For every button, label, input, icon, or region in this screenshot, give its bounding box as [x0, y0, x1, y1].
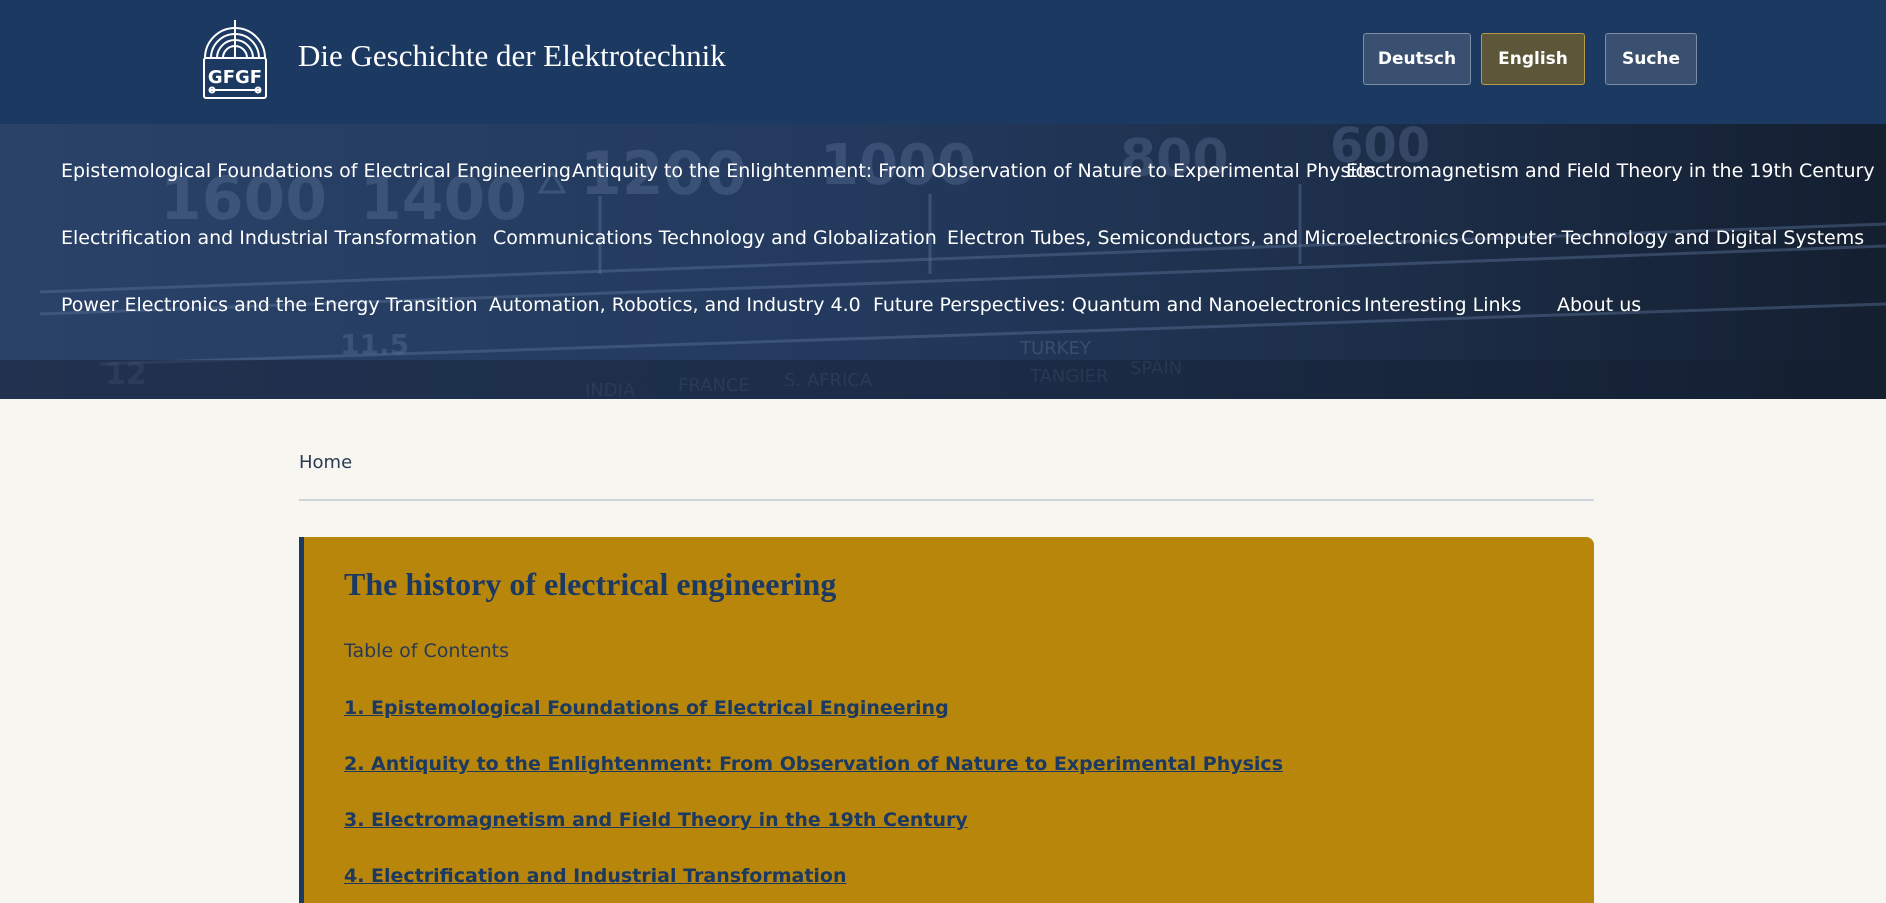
nav-item-electrification[interactable]: Electrification and Industrial Transform… — [61, 227, 477, 249]
site-title[interactable]: Die Geschichte der Elektrotechnik — [298, 38, 726, 74]
nav-item-epistemological-foundations[interactable]: Epistemological Foundations of Electrica… — [61, 160, 571, 182]
breadcrumb-home[interactable]: Home — [299, 452, 352, 473]
nav-item-electron-tubes[interactable]: Electron Tubes, Semiconductors, and Micr… — [947, 227, 1459, 249]
search-button[interactable]: Suche — [1605, 33, 1697, 85]
language-button-english[interactable]: English — [1481, 33, 1585, 85]
toc-link-electromagnetism[interactable]: 3. Electromagnetism and Field Theory in … — [344, 809, 968, 831]
toc-link-electrification[interactable]: 4. Electrification and Industrial Transf… — [344, 865, 847, 887]
toc-link-epistemological-foundations[interactable]: 1. Epistemological Foundations of Electr… — [344, 697, 949, 719]
nav-item-power-electronics[interactable]: Power Electronics and the Energy Transit… — [61, 294, 478, 316]
nav-item-computer-technology[interactable]: Computer Technology and Digital Systems — [1461, 227, 1864, 249]
nav-item-interesting-links[interactable]: Interesting Links — [1364, 294, 1521, 316]
logo-text: GFGF — [208, 67, 262, 88]
nav-band-shade — [0, 360, 1886, 399]
page-title: The history of electrical engineering — [344, 566, 837, 602]
toc-heading: Table of Contents — [344, 640, 509, 662]
nav-item-electromagnetism[interactable]: Electromagnetism and Field Theory in the… — [1346, 160, 1875, 182]
nav-item-about-us[interactable]: About us — [1557, 294, 1641, 316]
nav-item-future-perspectives[interactable]: Future Perspectives: Quantum and Nanoele… — [873, 294, 1361, 316]
language-button-deutsch[interactable]: Deutsch — [1363, 33, 1471, 85]
nav-item-antiquity-enlightenment[interactable]: Antiquity to the Enlightenment: From Obs… — [572, 160, 1376, 182]
site-header: GFGF Die Geschichte der Elektrotechnik D… — [0, 0, 1886, 124]
main-navigation: 1600 1400 1200 1000 800 600 12 11.5 INDI… — [0, 124, 1886, 399]
nav-item-automation-robotics[interactable]: Automation, Robotics, and Industry 4.0 — [489, 294, 861, 316]
gfgf-logo[interactable]: GFGF — [200, 18, 270, 100]
breadcrumb-divider — [299, 499, 1594, 501]
svg-text:11.5: 11.5 — [340, 328, 409, 361]
toc-link-antiquity-enlightenment[interactable]: 2. Antiquity to the Enlightenment: From … — [344, 753, 1283, 775]
svg-text:TURKEY: TURKEY — [1019, 338, 1092, 359]
nav-item-communications[interactable]: Communications Technology and Globalizat… — [493, 227, 937, 249]
